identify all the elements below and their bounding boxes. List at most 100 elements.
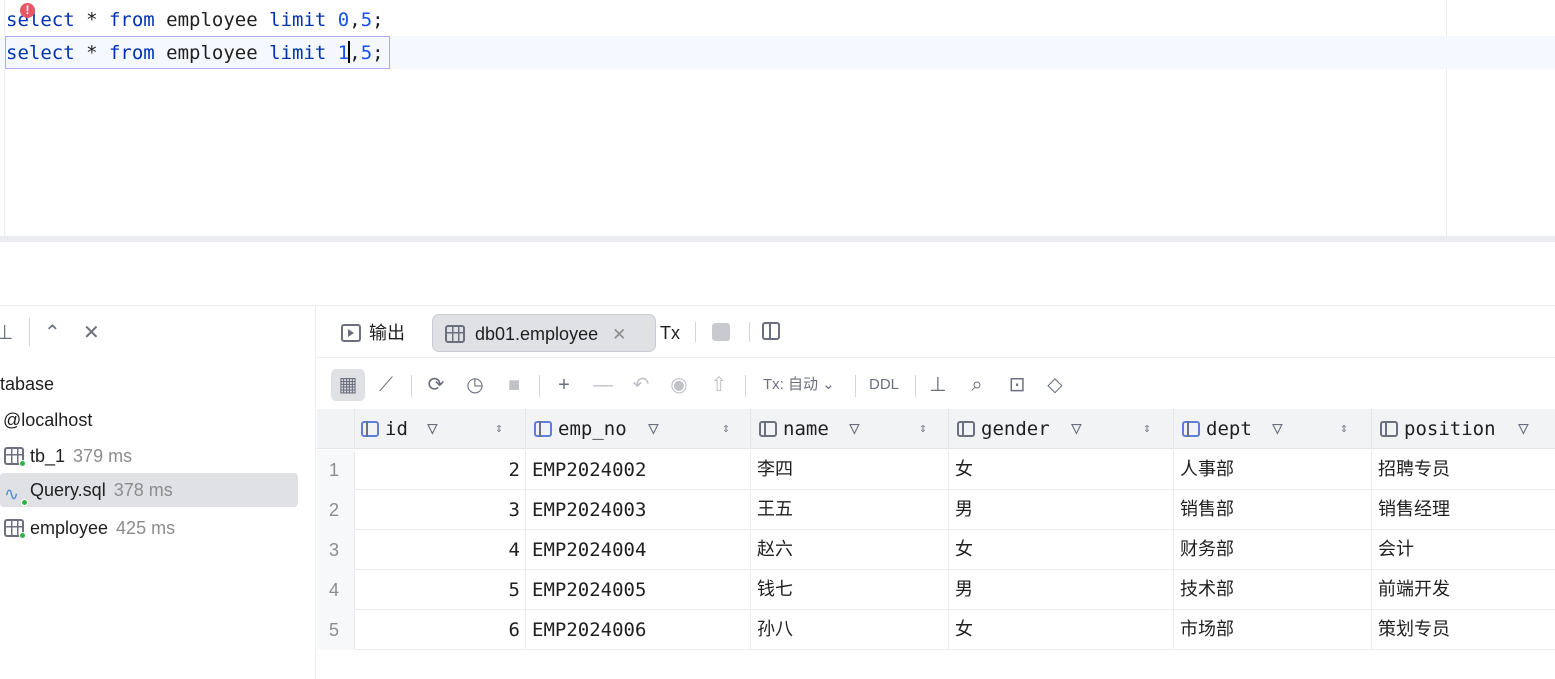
column-header-emp-no[interactable]: emp_no ▽ ⇕ [526, 409, 751, 449]
cell-dept[interactable]: 人事部 [1174, 450, 1372, 490]
cell-emp-no[interactable]: EMP2024006 [526, 610, 751, 650]
keyword: from [108, 42, 155, 64]
comma: , [349, 42, 361, 64]
tree-item-localhost[interactable]: @localhost [3, 403, 92, 437]
cell-gender[interactable]: 女 [949, 450, 1174, 490]
cell-position[interactable]: 会计 [1372, 530, 1555, 570]
sort-icon[interactable]: ⇕ [919, 409, 927, 449]
cell-dept[interactable]: 财务部 [1174, 530, 1372, 570]
cell-emp-no[interactable]: EMP2024003 [526, 490, 751, 530]
column-header-position[interactable]: position ▽ [1372, 409, 1555, 449]
tx-button[interactable]: Tx [660, 314, 680, 352]
code-line-2[interactable]: select * from employee limit 1,5; [6, 39, 384, 67]
code-line-1[interactable]: select * from employee limit 0,5; [6, 6, 384, 34]
filter-icon[interactable]: ▽ [1071, 409, 1082, 449]
filter-icon[interactable]: ▽ [427, 409, 438, 449]
cell-id[interactable]: 2 [355, 450, 526, 490]
column-header-id[interactable]: id ▽ ⇕ [355, 409, 526, 449]
tree-item-employee[interactable]: employee 425 ms [4, 511, 175, 545]
paint-bucket-icon[interactable]: ◇ [1041, 369, 1069, 401]
table-row[interactable]: 5 6 EMP2024006 孙八 女 市场部 策划专员 [317, 610, 1555, 650]
add-row-icon[interactable]: + [550, 369, 578, 401]
filter-icon[interactable]: ▽ [1518, 409, 1529, 449]
delete-row-icon: — [593, 374, 613, 396]
stop-icon[interactable] [712, 323, 730, 341]
layout-icon[interactable] [762, 322, 780, 340]
cell-id[interactable]: 4 [355, 530, 526, 570]
semicolon: ; [372, 9, 384, 31]
search-icon[interactable]: ⌕ [963, 369, 991, 401]
cell-gender[interactable]: 男 [949, 490, 1174, 530]
cell-name[interactable]: 孙八 [751, 610, 949, 650]
row-number: 2 [317, 490, 355, 530]
tree-item-database[interactable]: tabase [0, 367, 54, 401]
column-icon [957, 421, 975, 437]
cell-position[interactable]: 招聘专员 [1372, 450, 1555, 490]
sort-icon[interactable]: ⇕ [722, 409, 730, 449]
sql-editor[interactable]: select * from employee limit 0,5; ! sele… [0, 0, 1555, 236]
editor-splitter[interactable] [0, 236, 1555, 242]
cell-name[interactable]: 王五 [751, 490, 949, 530]
cell-dept[interactable]: 市场部 [1174, 610, 1372, 650]
row-number: 4 [317, 570, 355, 610]
results-panel: 输出 db01.employee ✕ Tx ▦ ⟋ ⟳ ◷ ■ + — ↶ ◉ ⇧… [317, 306, 1555, 679]
cell-position[interactable]: 销售经理 [1372, 490, 1555, 530]
number: 5 [360, 9, 373, 31]
column-header-gender[interactable]: gender ▽ ⇕ [949, 409, 1174, 449]
cell-gender[interactable]: 女 [949, 530, 1174, 570]
collapse-all-icon[interactable]: ✕ [83, 320, 100, 345]
tab-output[interactable]: 输出 [341, 314, 405, 352]
cell-name[interactable]: 赵六 [751, 530, 949, 570]
tree-item-tb1[interactable]: tb_1 379 ms [4, 439, 132, 473]
cell-name[interactable]: 钱七 [751, 570, 949, 610]
cell-gender[interactable]: 男 [949, 570, 1174, 610]
tree-item-time: 425 ms [116, 518, 176, 538]
row-number: 1 [317, 450, 355, 490]
table-row[interactable]: 2 3 EMP2024003 王五 男 销售部 销售经理 [317, 490, 1555, 530]
column-header-dept[interactable]: dept ▽ ⇕ [1174, 409, 1372, 449]
ddl-button[interactable]: DDL [869, 369, 899, 401]
cell-position[interactable]: 前端开发 [1372, 570, 1555, 610]
cell-id[interactable]: 3 [355, 490, 526, 530]
expand-all-icon[interactable]: ⌃ [44, 320, 61, 345]
error-icon[interactable]: ! [20, 3, 35, 18]
filter-icon[interactable]: ▽ [1272, 409, 1283, 449]
cell-gender[interactable]: 女 [949, 610, 1174, 650]
sort-icon[interactable]: ⇕ [1143, 409, 1151, 449]
cell-emp-no[interactable]: EMP2024002 [526, 450, 751, 490]
cell-dept[interactable]: 技术部 [1174, 570, 1372, 610]
cell-emp-no[interactable]: EMP2024004 [526, 530, 751, 570]
cell-name[interactable]: 李四 [751, 450, 949, 490]
table-name: employee [154, 9, 270, 31]
cell-id[interactable]: 5 [355, 570, 526, 610]
table-view-icon[interactable]: ▦ [331, 369, 365, 401]
table-row[interactable]: 4 5 EMP2024005 钱七 男 技术部 前端开发 [317, 570, 1555, 610]
cell-position[interactable]: 策划专员 [1372, 610, 1555, 650]
tree-item-label: employee [30, 518, 109, 538]
refresh-icon[interactable]: ⟳ [422, 369, 450, 401]
sort-icon[interactable]: ⇕ [495, 409, 503, 449]
grid-header: id ▽ ⇕ emp_no ▽ ⇕ name ▽ ⇕ gender ▽ ⇕ dept ▽… [317, 409, 1555, 449]
column-header-name[interactable]: name ▽ ⇕ [751, 409, 949, 449]
table-row[interactable]: 1 2 EMP2024002 李四 女 人事部 招聘专员 [317, 450, 1555, 490]
row-number-header [317, 409, 355, 449]
add-icon[interactable]: ⊥ [0, 320, 13, 345]
tx-mode-dropdown[interactable]: Tx: 自动 ⌄ [763, 369, 835, 401]
table-row[interactable]: 3 4 EMP2024004 赵六 女 财务部 会计 [317, 530, 1555, 570]
revert-icon: ↶ [632, 374, 650, 396]
sort-icon[interactable]: ⇕ [1340, 409, 1348, 449]
filter-icon[interactable]: ▽ [849, 409, 860, 449]
cell-dept[interactable]: 销售部 [1174, 490, 1372, 530]
tree-item-query-sql[interactable]: ∿ Query.sql 378 ms [0, 473, 298, 507]
tab-db01-employee[interactable]: db01.employee ✕ [432, 314, 656, 352]
cell-emp-no[interactable]: EMP2024005 [526, 570, 751, 610]
history-icon[interactable]: ◷ [461, 369, 489, 401]
services-tree-panel: ⊥ ⌃ ✕ tabase @localhost tb_1 379 ms ∿ Quer… [0, 306, 316, 679]
cell-id[interactable]: 6 [355, 610, 526, 650]
chart-view-icon[interactable]: ⟋ [372, 369, 400, 401]
filter-icon[interactable]: ▽ [648, 409, 659, 449]
pin-icon[interactable]: ⊥ [925, 369, 951, 401]
filter-view-icon[interactable]: ⊡ [1003, 369, 1031, 401]
close-icon[interactable]: ✕ [612, 325, 626, 344]
tab-label: 输出 [369, 323, 405, 343]
